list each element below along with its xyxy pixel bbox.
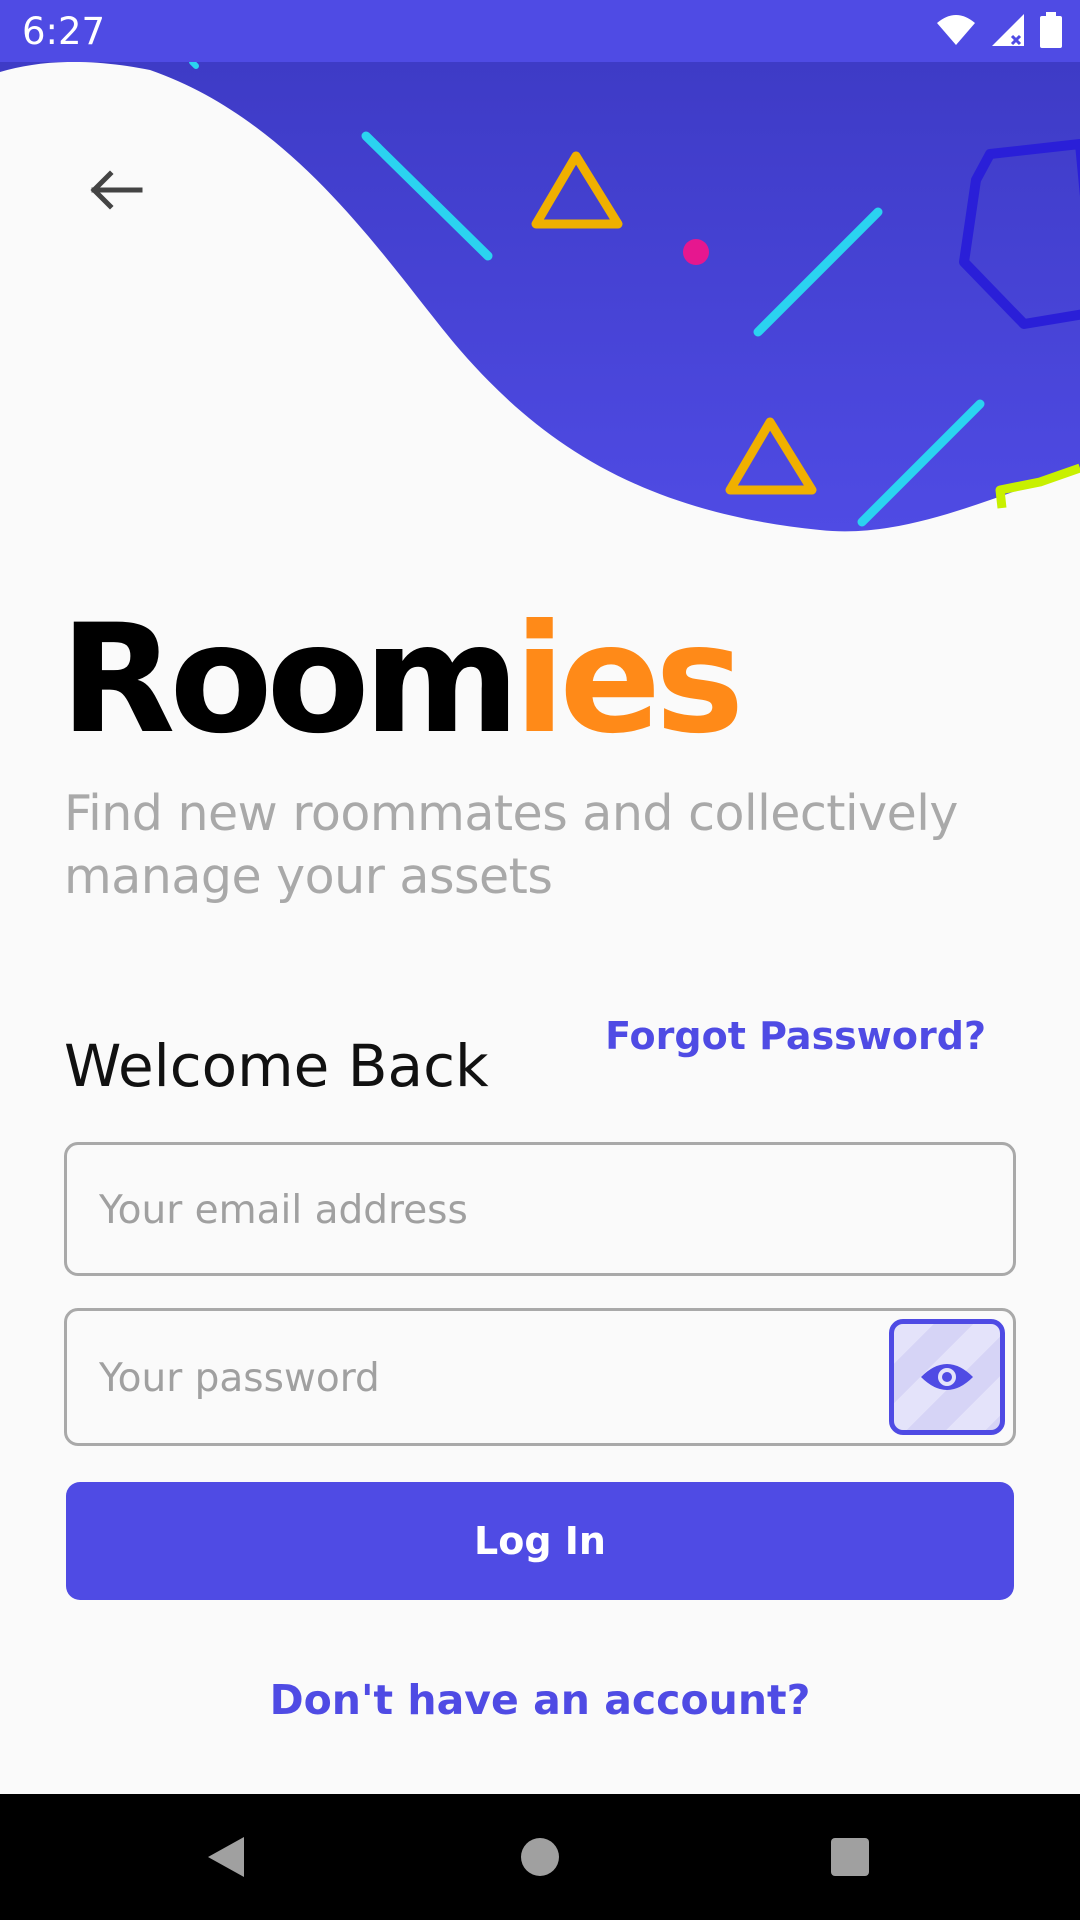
email-field[interactable] bbox=[64, 1142, 1016, 1276]
status-icons bbox=[936, 12, 1062, 48]
system-navigation-bar bbox=[0, 1794, 1080, 1920]
password-input[interactable] bbox=[97, 1311, 861, 1445]
decor-dot bbox=[683, 239, 709, 265]
email-input[interactable] bbox=[97, 1145, 861, 1275]
nav-recents-button[interactable] bbox=[780, 1794, 920, 1920]
logo-text-accent: ies bbox=[513, 593, 744, 767]
decor-line bbox=[189, 62, 199, 69]
eye-icon bbox=[921, 1364, 973, 1390]
home-circle-icon bbox=[521, 1838, 559, 1876]
battery-icon bbox=[1040, 12, 1062, 48]
signup-link[interactable]: Don't have an account? bbox=[0, 1676, 1080, 1724]
arrow-left-icon bbox=[90, 170, 143, 210]
recents-square-icon bbox=[831, 1838, 869, 1876]
wifi-icon bbox=[937, 15, 975, 45]
header-illustration bbox=[0, 62, 1080, 542]
back-button[interactable] bbox=[70, 150, 162, 230]
nav-home-button[interactable] bbox=[470, 1794, 610, 1920]
logo-text-dark: Room bbox=[60, 593, 520, 767]
toggle-password-visibility-button[interactable] bbox=[889, 1319, 1005, 1435]
password-field[interactable] bbox=[64, 1308, 1016, 1446]
welcome-title: Welcome Back bbox=[64, 1032, 489, 1100]
status-bar: 6:27 bbox=[0, 0, 1080, 62]
status-time: 6:27 bbox=[22, 10, 106, 53]
cellular-signal-icon bbox=[992, 14, 1024, 46]
tagline: Find new roommates and collectively mana… bbox=[64, 785, 958, 905]
forgot-password-link[interactable]: Forgot Password? bbox=[605, 1014, 986, 1058]
app-logo: Roomies bbox=[60, 600, 780, 760]
nav-back-button[interactable] bbox=[156, 1794, 296, 1920]
back-triangle-icon bbox=[208, 1837, 244, 1877]
login-button[interactable]: Log In bbox=[66, 1482, 1014, 1600]
